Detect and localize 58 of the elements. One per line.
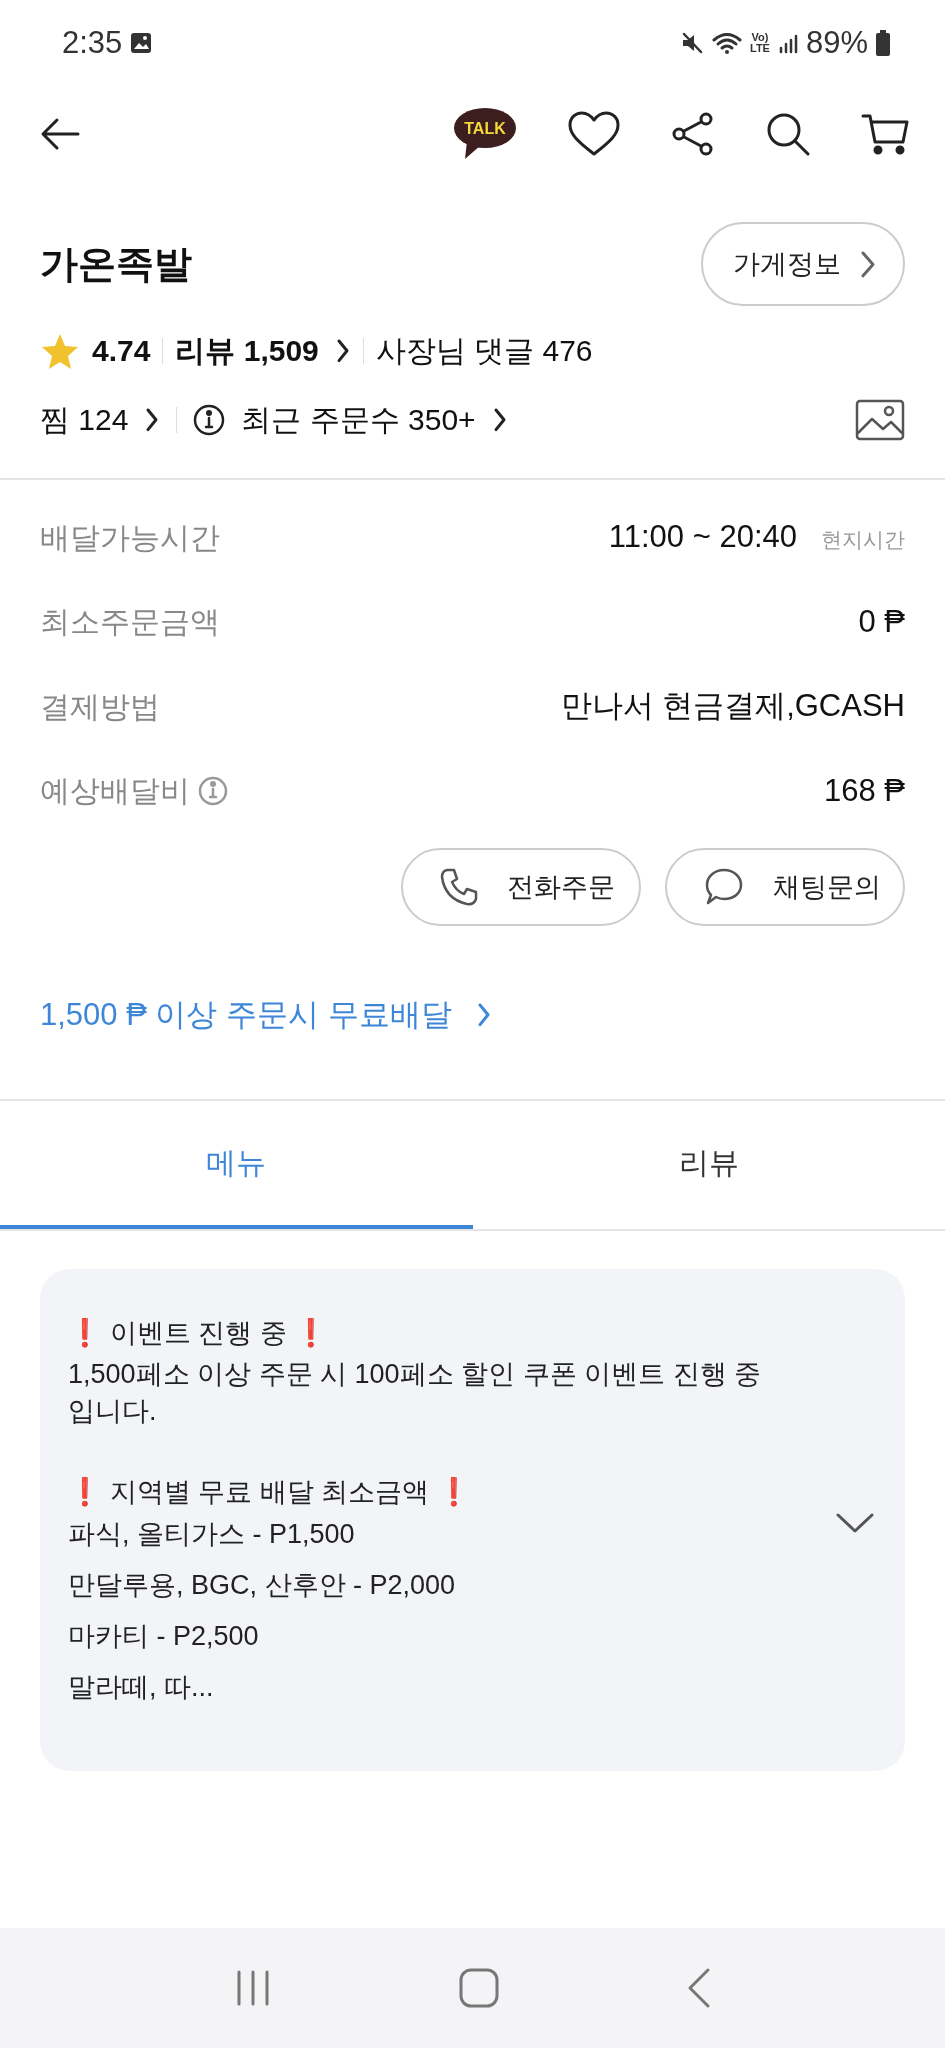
info-label: 배달가능시간 <box>40 519 220 556</box>
free-delivery-link[interactable]: 1,500 ₱ 이상 주문시 무료배달 <box>40 992 945 1039</box>
info-label: 최소주문금액 <box>40 604 220 641</box>
info-note: 현지시간 <box>821 527 905 553</box>
image-icon <box>130 32 153 54</box>
info-value: 168 ₱ <box>824 771 905 810</box>
owner-replies-count: 사장님 댓글 476 <box>375 333 593 369</box>
notice-text: 마카티 - P2,500 <box>68 1620 260 1653</box>
search-icon <box>765 111 811 157</box>
rating-value: 4.74 <box>92 333 151 369</box>
info-label: 예상배달비 <box>40 773 190 810</box>
info-label: 결제방법 <box>40 688 160 725</box>
tab[interactable]: 리뷰 <box>472 1100 945 1229</box>
chevron-right-icon <box>334 337 351 364</box>
store-info-button[interactable]: 가게정보 <box>701 222 905 306</box>
share-icon <box>671 111 715 157</box>
wifi-icon <box>712 31 742 55</box>
phone-icon <box>439 867 479 907</box>
photo-button[interactable] <box>855 398 905 441</box>
mute-icon <box>680 31 704 55</box>
chat-bubble-icon <box>703 867 745 907</box>
favorite-button[interactable] <box>567 110 621 158</box>
heart-icon <box>567 110 621 158</box>
tab[interactable]: 메뉴 <box>0 1100 473 1229</box>
notice-heading: ❗ 지역별 무료 배달 최소금액 ❗ <box>68 1476 472 1510</box>
chat-inquiry-button[interactable]: 채팅문의 <box>665 848 905 926</box>
network-type-label: Vo) LTE <box>750 32 770 54</box>
signal-icon <box>777 32 798 54</box>
notice-text: 만달루용, BGC, 산후안 - P2,000 <box>68 1568 457 1602</box>
chevron-right-icon <box>859 249 877 279</box>
chevron-right-icon <box>491 406 508 433</box>
cart-button[interactable] <box>861 112 909 156</box>
status-time: 2:35 <box>62 23 123 62</box>
store-name: 가온족발 <box>40 241 192 287</box>
battery-level: 89% <box>805 23 868 62</box>
notice-heading: ❗ 이벤트 진행 중 ❗ <box>68 1316 329 1350</box>
info-value: 11:00 ~ 20:40 <box>608 518 797 556</box>
image-icon <box>855 398 905 441</box>
reviews-link[interactable]: 리뷰 1,509 <box>175 328 351 373</box>
info-icon <box>198 775 228 806</box>
favorites-link[interactable]: 찜 124 <box>40 397 161 442</box>
phone-order-button[interactable]: 전화주문 <box>401 848 641 926</box>
back-arrow-icon <box>40 117 80 151</box>
search-button[interactable] <box>765 111 811 157</box>
home-icon <box>458 1967 501 2009</box>
share-button[interactable] <box>671 111 715 157</box>
recent-orders-link[interactable]: 최근 주문수 350+ <box>193 397 508 442</box>
battery-icon <box>876 30 890 56</box>
info-value: 만나서 현금결제,GCASH <box>560 687 905 725</box>
info-value: 0 ₱ <box>858 602 905 641</box>
back-button[interactable] <box>40 117 80 151</box>
home-button[interactable] <box>458 1967 501 2009</box>
notice-text: 1,500페소 이상 주문 시 100페소 할인 쿠폰 이벤트 진행 중 입니다. <box>68 1357 763 1428</box>
chevron-right-icon <box>475 1002 492 1029</box>
notice-text: 파식, 올티가스 - P1,500 <box>68 1517 356 1551</box>
info-icon <box>193 403 226 436</box>
cart-icon <box>861 112 909 156</box>
notice-text: 말라떼, 따... <box>68 1671 215 1705</box>
